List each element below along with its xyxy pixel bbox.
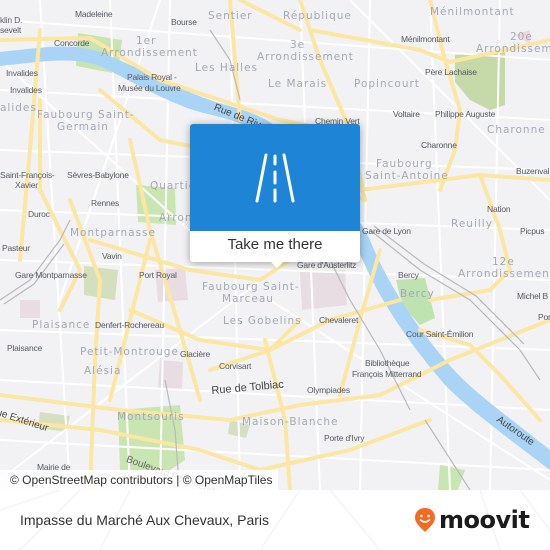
district-label: Les Halles bbox=[195, 62, 259, 74]
station-label: Plaisance bbox=[7, 343, 43, 353]
station-label: Bourse bbox=[171, 17, 197, 27]
station-label: Xavier bbox=[15, 180, 38, 190]
station-label: Ménilmontant bbox=[401, 34, 450, 44]
road-icon bbox=[255, 153, 295, 203]
district-label: Ménilmontant bbox=[430, 6, 515, 18]
station-label: Cour Saint-Émilion bbox=[406, 329, 474, 339]
station-label: Invalides bbox=[10, 85, 42, 95]
station-label: klin D. bbox=[0, 15, 23, 25]
district-label: Reuilly bbox=[451, 218, 493, 230]
station-label: François Mitterrand bbox=[352, 369, 422, 379]
take-me-there-popup[interactable]: Take me there bbox=[190, 124, 360, 268]
district-label: 3e bbox=[290, 39, 306, 51]
district-label: Petit-Montrouge bbox=[80, 346, 179, 358]
station-label: Invalides bbox=[6, 68, 38, 78]
district-label: Popincourt bbox=[354, 78, 420, 90]
station-label: Duroc bbox=[28, 209, 50, 219]
station-label: Gare d'Austerlitz bbox=[297, 260, 357, 270]
district-label: 1er bbox=[136, 35, 157, 47]
district-label: Arrondissement bbox=[458, 268, 550, 280]
district-label: Marceau bbox=[222, 293, 274, 305]
district-label: 20e bbox=[510, 31, 533, 43]
map[interactable]: Sentier République Ménilmontant 1er Arro… bbox=[0, 0, 550, 490]
station-label: Sèvres-Babylone bbox=[67, 170, 129, 180]
station-label: Bibliothèque bbox=[365, 358, 410, 368]
station-label: Buzenval bbox=[516, 166, 550, 176]
district-label: 12e bbox=[492, 256, 515, 268]
district-label: Arrondissement bbox=[257, 51, 354, 63]
district-label: Le Marais bbox=[268, 78, 328, 90]
district-label: Alésia bbox=[84, 365, 122, 377]
district-label: Faubourg Saint- bbox=[202, 281, 300, 293]
district-label: alides bbox=[0, 102, 37, 114]
station-label: Philippe Auguste bbox=[435, 109, 496, 119]
moovit-pin-icon bbox=[415, 508, 435, 532]
station-label: Chevaleret bbox=[319, 315, 359, 325]
district-label: Faubourg Saint- bbox=[37, 109, 135, 121]
district-label: Montsouris bbox=[117, 411, 185, 423]
station-label: Palais Royal - bbox=[127, 72, 177, 82]
station-label: Bercy bbox=[398, 270, 419, 280]
moovit-logo[interactable]: moovit bbox=[414, 505, 530, 535]
station-label: Picpus bbox=[520, 226, 545, 236]
station-label: Musée du Louvre bbox=[118, 83, 181, 93]
district-label: Sentier bbox=[208, 10, 253, 22]
station-label: Porte d'Ivry bbox=[324, 433, 365, 443]
map-attribution[interactable]: © OpenStreetMap contributors | © OpenMap… bbox=[0, 470, 279, 490]
district-label: Faubourg bbox=[376, 158, 433, 170]
district-label: Arrondissement bbox=[476, 43, 550, 55]
district-label: Bercy bbox=[400, 288, 435, 300]
station-label: Michel B bbox=[517, 291, 548, 301]
popup-icon-area[interactable] bbox=[190, 124, 360, 231]
block-pink-3 bbox=[20, 300, 40, 318]
station-label: Corvisart bbox=[219, 361, 252, 371]
station-label: Gare de Lyon bbox=[362, 226, 411, 236]
station-label: Vavin bbox=[102, 251, 122, 261]
station-label: Port Royal bbox=[139, 270, 177, 280]
district-label: Montparnasse bbox=[70, 227, 156, 239]
station-label: Denfert-Rochereau bbox=[95, 320, 164, 330]
block-pink-1 bbox=[300, 270, 347, 310]
station-label: Charonne bbox=[421, 140, 457, 150]
station-label: sevelt bbox=[0, 25, 22, 35]
station-label: Por bbox=[538, 312, 550, 322]
district-label: Arron bbox=[159, 212, 193, 224]
station-label: Pasteur bbox=[2, 243, 30, 253]
district-label: Maison-Blanche bbox=[242, 416, 339, 428]
station-label: Voltaire bbox=[393, 109, 420, 119]
take-me-there-button[interactable]: Take me there bbox=[190, 231, 360, 262]
station-label: Père Lachaise bbox=[425, 67, 477, 77]
district-label: Arrondissement bbox=[101, 47, 198, 59]
district-label: Saint-Antoine bbox=[365, 170, 449, 182]
popup-pointer bbox=[270, 261, 284, 268]
station-label: Concorde bbox=[54, 38, 90, 48]
station-label: Olympiades bbox=[307, 385, 350, 395]
park-green-4 bbox=[438, 465, 465, 490]
station-label: Nation bbox=[487, 204, 511, 214]
district-label: Charonne bbox=[487, 124, 546, 136]
district-label: République bbox=[283, 10, 352, 22]
location-title: Impasse du Marché Aux Chevaux, Paris bbox=[20, 512, 270, 528]
district-label: Les Gobelins bbox=[223, 315, 302, 327]
station-label: Madeleine bbox=[75, 9, 113, 19]
district-label: Plaisance bbox=[32, 319, 91, 331]
moovit-wordmark: moovit bbox=[439, 506, 530, 534]
station-label: Saint-François- bbox=[0, 170, 55, 180]
district-label: Germain bbox=[57, 121, 109, 133]
station-label: Glacière bbox=[180, 349, 211, 359]
station-label: Rennes bbox=[91, 198, 120, 208]
station-label: Gare Montparnasse bbox=[15, 270, 87, 280]
